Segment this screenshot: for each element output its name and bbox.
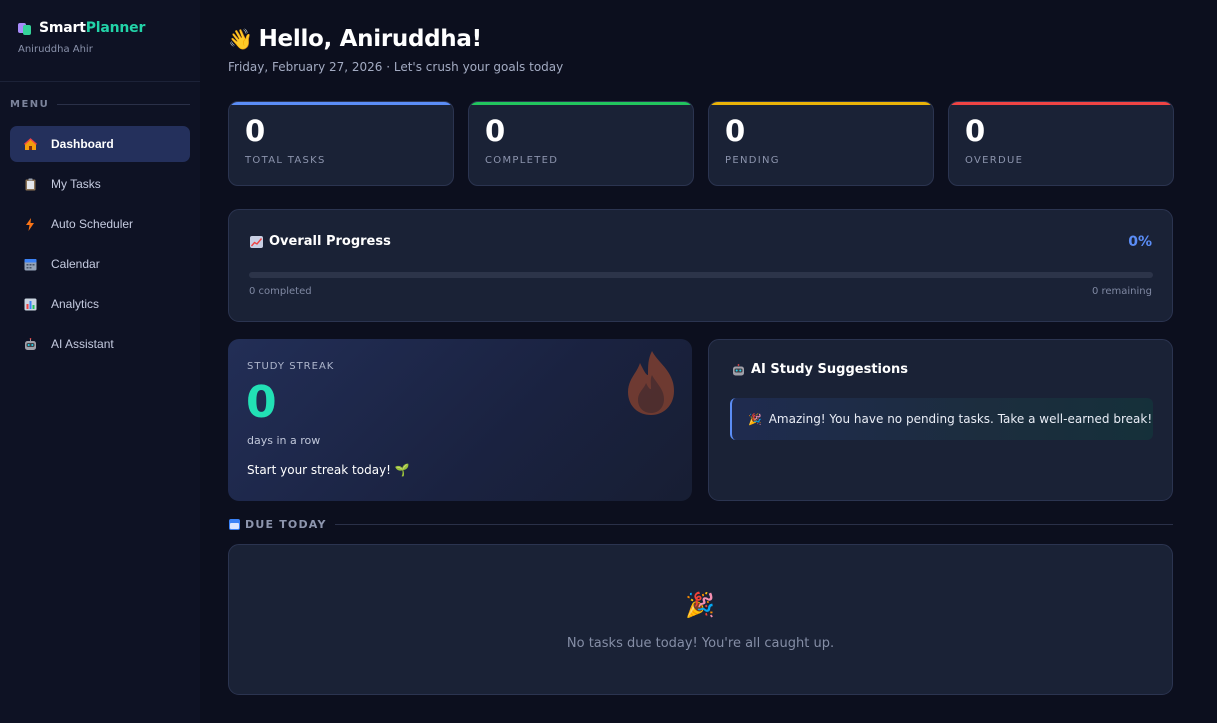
sidebar-item-analytics[interactable]: Analytics bbox=[10, 286, 190, 322]
stat-value: 0 bbox=[965, 114, 986, 148]
sidebar-item-label: Analytics bbox=[51, 297, 100, 311]
page-subtitle: Friday, February 27, 2026 · Let's crush … bbox=[228, 60, 564, 74]
overall-progress-card: Overall Progress 0% 0 completed 0 remain… bbox=[228, 209, 1173, 322]
streak-label: STUDY STREAK bbox=[247, 361, 335, 372]
sidebar-nav: Dashboard My Tasks Auto Scheduler Calend… bbox=[10, 126, 190, 366]
sidebar-item-ai-assistant[interactable]: AI Assistant bbox=[10, 326, 190, 362]
home-icon bbox=[23, 137, 37, 151]
robot-icon bbox=[23, 337, 37, 351]
page-title: 👋 Hello, Aniruddha! bbox=[228, 26, 482, 52]
menu-heading: MENU bbox=[10, 99, 190, 110]
party-popper-icon: 🎉 bbox=[685, 591, 715, 619]
chart-increasing-icon bbox=[250, 235, 263, 248]
sidebar-item-label: Dashboard bbox=[51, 137, 114, 151]
due-today-heading: DUE TODAY bbox=[229, 518, 1173, 531]
sidebar-item-label: Calendar bbox=[51, 257, 100, 271]
sidebar-item-dashboard[interactable]: Dashboard bbox=[10, 126, 190, 162]
progress-title: Overall Progress bbox=[250, 234, 391, 249]
party-popper-icon: 🎉 bbox=[748, 412, 762, 426]
clipboard-icon bbox=[23, 177, 37, 191]
calendar-icon bbox=[23, 257, 37, 271]
sidebar-item-calendar[interactable]: Calendar bbox=[10, 246, 190, 282]
progress-bar bbox=[249, 272, 1153, 278]
progress-percent: 0% bbox=[1128, 234, 1152, 250]
calendar-icon bbox=[229, 519, 240, 530]
streak-message: Start your streak today! 🌱 bbox=[247, 463, 410, 477]
progress-completed-count: 0 completed bbox=[249, 286, 312, 297]
brand-name: SmartPlanner bbox=[39, 20, 146, 36]
ai-suggestion-item: 🎉 Amazing! You have no pending tasks. Ta… bbox=[730, 398, 1153, 440]
stat-card-overdue: 0 OVERDUE bbox=[948, 101, 1174, 186]
study-streak-card: STUDY STREAK 0 days in a row Start your … bbox=[228, 339, 692, 501]
stat-card-completed: 0 COMPLETED bbox=[468, 101, 694, 186]
bar-chart-icon bbox=[23, 297, 37, 311]
stat-card-total-tasks: 0 TOTAL TASKS bbox=[228, 101, 454, 186]
planner-logo-icon bbox=[18, 21, 34, 35]
due-today-card: 🎉 No tasks due today! You're all caught … bbox=[228, 544, 1173, 695]
flame-icon bbox=[628, 351, 674, 415]
sidebar-item-label: My Tasks bbox=[51, 177, 101, 191]
sidebar-item-label: AI Assistant bbox=[51, 337, 114, 351]
stat-card-pending: 0 PENDING bbox=[708, 101, 934, 186]
sidebar-divider bbox=[0, 81, 200, 82]
lightning-icon bbox=[23, 217, 37, 231]
stat-label: COMPLETED bbox=[485, 155, 559, 166]
sidebar-item-my-tasks[interactable]: My Tasks bbox=[10, 166, 190, 202]
due-today-empty-message: No tasks due today! You're all caught up… bbox=[566, 636, 835, 651]
brand-logo[interactable]: SmartPlanner bbox=[18, 20, 145, 36]
waving-hand-icon: 👋 bbox=[228, 27, 253, 51]
user-name: Aniruddha Ahir bbox=[18, 44, 93, 55]
sidebar-item-auto-scheduler[interactable]: Auto Scheduler bbox=[10, 206, 190, 242]
sidebar: SmartPlanner Aniruddha Ahir MENU Dashboa… bbox=[0, 0, 200, 723]
streak-value: 0 bbox=[246, 377, 277, 428]
robot-icon bbox=[732, 363, 745, 376]
stat-value: 0 bbox=[725, 114, 746, 148]
stat-value: 0 bbox=[485, 114, 506, 148]
ai-suggestions-card: AI Study Suggestions 🎉 Amazing! You have… bbox=[708, 339, 1173, 501]
stat-label: TOTAL TASKS bbox=[245, 155, 326, 166]
ai-suggestion-text: Amazing! You have no pending tasks. Take… bbox=[768, 412, 1153, 426]
streak-unit: days in a row bbox=[247, 434, 321, 447]
stat-label: OVERDUE bbox=[965, 155, 1024, 166]
ai-suggestions-title: AI Study Suggestions bbox=[732, 362, 908, 377]
progress-remaining-count: 0 remaining bbox=[1091, 286, 1152, 297]
sidebar-item-label: Auto Scheduler bbox=[51, 217, 134, 231]
stat-label: PENDING bbox=[725, 155, 780, 166]
stat-value: 0 bbox=[245, 114, 266, 148]
